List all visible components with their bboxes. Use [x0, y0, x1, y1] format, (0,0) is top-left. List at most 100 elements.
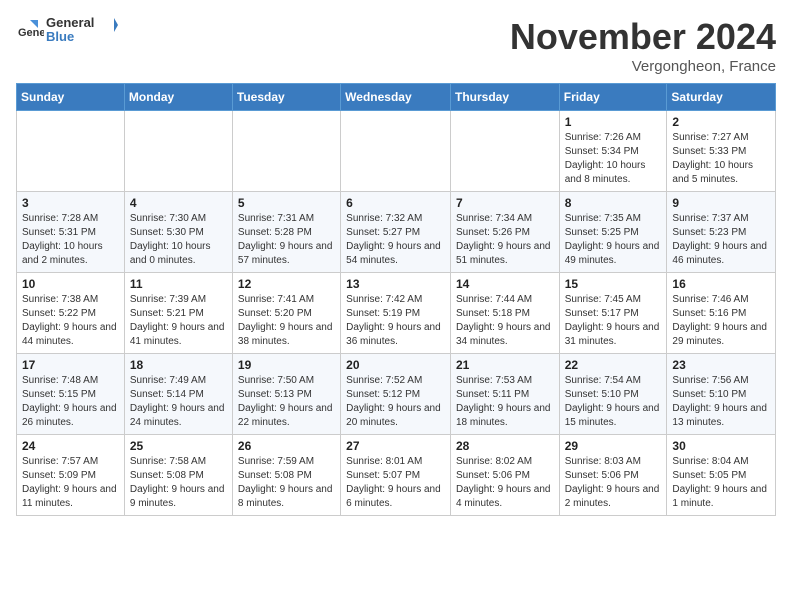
day-number: 30 — [672, 439, 770, 453]
day-info: Sunrise: 7:41 AM Sunset: 5:20 PM Dayligh… — [238, 293, 335, 349]
day-number: 5 — [238, 196, 335, 210]
calendar-week-row: 24 Sunrise: 7:57 AM Sunset: 5:09 PM Dayli… — [17, 435, 776, 516]
day-info: Sunrise: 7:37 AM Sunset: 5:23 PM Dayligh… — [672, 212, 770, 268]
calendar-cell: 12 Sunrise: 7:41 AM Sunset: 5:20 PM Dayli… — [232, 273, 340, 354]
weekday-header-sunday: Sunday — [17, 84, 125, 111]
day-info: Sunrise: 7:32 AM Sunset: 5:27 PM Dayligh… — [346, 212, 445, 268]
calendar-cell: 14 Sunrise: 7:44 AM Sunset: 5:18 PM Dayli… — [450, 273, 559, 354]
calendar-week-row: 3 Sunrise: 7:28 AM Sunset: 5:31 PM Daylig… — [17, 192, 776, 273]
calendar-cell: 20Sunrise: 7:52 AM Sunset: 5:12 PM Dayli… — [341, 354, 451, 435]
day-info: Sunrise: 7:38 AM Sunset: 5:22 PM Dayligh… — [22, 293, 119, 349]
day-info: Sunrise: 7:31 AM Sunset: 5:28 PM Dayligh… — [238, 212, 335, 268]
calendar-cell: 15Sunrise: 7:45 AM Sunset: 5:17 PM Dayli… — [559, 273, 667, 354]
day-info: Sunrise: 7:34 AM Sunset: 5:26 PM Dayligh… — [456, 212, 554, 268]
calendar-cell: 21Sunrise: 7:53 AM Sunset: 5:11 PM Dayli… — [450, 354, 559, 435]
day-number: 3 — [22, 196, 119, 210]
weekday-header-monday: Monday — [124, 84, 232, 111]
calendar-cell: 6 Sunrise: 7:32 AM Sunset: 5:27 PM Daylig… — [341, 192, 451, 273]
page-header: General General Blue November 2024 Vergo… — [16, 16, 776, 75]
calendar-week-row: 17Sunrise: 7:48 AM Sunset: 5:15 PM Dayli… — [17, 354, 776, 435]
day-info: Sunrise: 7:27 AM Sunset: 5:33 PM Dayligh… — [672, 131, 770, 187]
calendar-cell: 7 Sunrise: 7:34 AM Sunset: 5:26 PM Daylig… — [450, 192, 559, 273]
day-number: 6 — [346, 196, 445, 210]
day-info: Sunrise: 7:46 AM Sunset: 5:16 PM Dayligh… — [672, 293, 770, 349]
day-info: Sunrise: 7:44 AM Sunset: 5:18 PM Dayligh… — [456, 293, 554, 349]
calendar-cell: 27 Sunrise: 8:01 AM Sunset: 5:07 PM Dayli… — [341, 435, 451, 516]
day-info: Sunrise: 7:45 AM Sunset: 5:17 PM Dayligh… — [565, 293, 662, 349]
day-number: 19 — [238, 358, 335, 372]
day-info: Sunrise: 7:48 AM Sunset: 5:15 PM Dayligh… — [22, 374, 119, 430]
day-number: 2 — [672, 115, 770, 129]
day-number: 8 — [565, 196, 662, 210]
calendar-cell: 4 Sunrise: 7:30 AM Sunset: 5:30 PM Daylig… — [124, 192, 232, 273]
calendar-week-row: 1 Sunrise: 7:26 AM Sunset: 5:34 PM Daylig… — [17, 111, 776, 192]
calendar-cell: 17Sunrise: 7:48 AM Sunset: 5:15 PM Dayli… — [17, 354, 125, 435]
month-title: November 2024 — [510, 16, 776, 58]
day-number: 22 — [565, 358, 662, 372]
calendar-cell — [450, 111, 559, 192]
calendar-cell: 30 Sunrise: 8:04 AM Sunset: 5:05 PM Dayli… — [667, 435, 776, 516]
calendar-cell — [232, 111, 340, 192]
day-number: 21 — [456, 358, 554, 372]
day-info: Sunrise: 7:58 AM Sunset: 5:08 PM Dayligh… — [130, 455, 227, 511]
day-info: Sunrise: 7:28 AM Sunset: 5:31 PM Dayligh… — [22, 212, 119, 268]
day-number: 4 — [130, 196, 227, 210]
day-info: Sunrise: 8:02 AM Sunset: 5:06 PM Dayligh… — [456, 455, 554, 511]
calendar-cell: 25 Sunrise: 7:58 AM Sunset: 5:08 PM Dayli… — [124, 435, 232, 516]
day-number: 27 — [346, 439, 445, 453]
day-info: Sunrise: 7:49 AM Sunset: 5:14 PM Dayligh… — [130, 374, 227, 430]
day-number: 26 — [238, 439, 335, 453]
calendar-cell: 24 Sunrise: 7:57 AM Sunset: 5:09 PM Dayli… — [17, 435, 125, 516]
weekday-header-friday: Friday — [559, 84, 667, 111]
calendar-cell: 19 Sunrise: 7:50 AM Sunset: 5:13 PM Dayli… — [232, 354, 340, 435]
day-number: 25 — [130, 439, 227, 453]
logo: General General Blue — [16, 16, 118, 45]
calendar-cell: 5 Sunrise: 7:31 AM Sunset: 5:28 PM Daylig… — [232, 192, 340, 273]
calendar-cell — [341, 111, 451, 192]
calendar-cell: 16 Sunrise: 7:46 AM Sunset: 5:16 PM Dayli… — [667, 273, 776, 354]
calendar-cell — [17, 111, 125, 192]
calendar-cell: 29Sunrise: 8:03 AM Sunset: 5:06 PM Dayli… — [559, 435, 667, 516]
day-number: 23 — [672, 358, 770, 372]
svg-text:General: General — [18, 27, 44, 39]
weekday-header-tuesday: Tuesday — [232, 84, 340, 111]
day-number: 16 — [672, 277, 770, 291]
day-info: Sunrise: 7:50 AM Sunset: 5:13 PM Dayligh… — [238, 374, 335, 430]
day-info: Sunrise: 7:26 AM Sunset: 5:34 PM Dayligh… — [565, 131, 662, 187]
day-number: 1 — [565, 115, 662, 129]
day-info: Sunrise: 8:01 AM Sunset: 5:07 PM Dayligh… — [346, 455, 445, 511]
day-info: Sunrise: 7:56 AM Sunset: 5:10 PM Dayligh… — [672, 374, 770, 430]
day-number: 24 — [22, 439, 119, 453]
day-number: 10 — [22, 277, 119, 291]
logo-icon: General — [16, 16, 44, 44]
day-number: 12 — [238, 277, 335, 291]
day-info: Sunrise: 7:35 AM Sunset: 5:25 PM Dayligh… — [565, 212, 662, 268]
day-info: Sunrise: 7:52 AM Sunset: 5:12 PM Dayligh… — [346, 374, 445, 430]
day-number: 9 — [672, 196, 770, 210]
day-number: 29 — [565, 439, 662, 453]
day-number: 14 — [456, 277, 554, 291]
calendar-cell: 13Sunrise: 7:42 AM Sunset: 5:19 PM Dayli… — [341, 273, 451, 354]
day-info: Sunrise: 7:30 AM Sunset: 5:30 PM Dayligh… — [130, 212, 227, 268]
weekday-header-wednesday: Wednesday — [341, 84, 451, 111]
calendar-cell: 3 Sunrise: 7:28 AM Sunset: 5:31 PM Daylig… — [17, 192, 125, 273]
calendar-table: SundayMondayTuesdayWednesdayThursdayFrid… — [16, 83, 776, 516]
day-number: 11 — [130, 277, 227, 291]
day-number: 7 — [456, 196, 554, 210]
calendar-cell: 18Sunrise: 7:49 AM Sunset: 5:14 PM Dayli… — [124, 354, 232, 435]
day-info: Sunrise: 7:54 AM Sunset: 5:10 PM Dayligh… — [565, 374, 662, 430]
weekday-header-saturday: Saturday — [667, 84, 776, 111]
location: Vergongheon, France — [510, 58, 776, 75]
day-info: Sunrise: 7:57 AM Sunset: 5:09 PM Dayligh… — [22, 455, 119, 511]
title-block: November 2024 Vergongheon, France — [510, 16, 776, 75]
weekday-header-row: SundayMondayTuesdayWednesdayThursdayFrid… — [17, 84, 776, 111]
calendar-cell: 23 Sunrise: 7:56 AM Sunset: 5:10 PM Dayli… — [667, 354, 776, 435]
logo-arrow-icon — [96, 14, 118, 36]
calendar-cell: 28Sunrise: 8:02 AM Sunset: 5:06 PM Dayli… — [450, 435, 559, 516]
day-info: Sunrise: 8:04 AM Sunset: 5:05 PM Dayligh… — [672, 455, 770, 511]
calendar-cell: 22 Sunrise: 7:54 AM Sunset: 5:10 PM Dayli… — [559, 354, 667, 435]
weekday-header-thursday: Thursday — [450, 84, 559, 111]
calendar-week-row: 10 Sunrise: 7:38 AM Sunset: 5:22 PM Dayli… — [17, 273, 776, 354]
calendar-cell: 9 Sunrise: 7:37 AM Sunset: 5:23 PM Daylig… — [667, 192, 776, 273]
day-info: Sunrise: 7:42 AM Sunset: 5:19 PM Dayligh… — [346, 293, 445, 349]
